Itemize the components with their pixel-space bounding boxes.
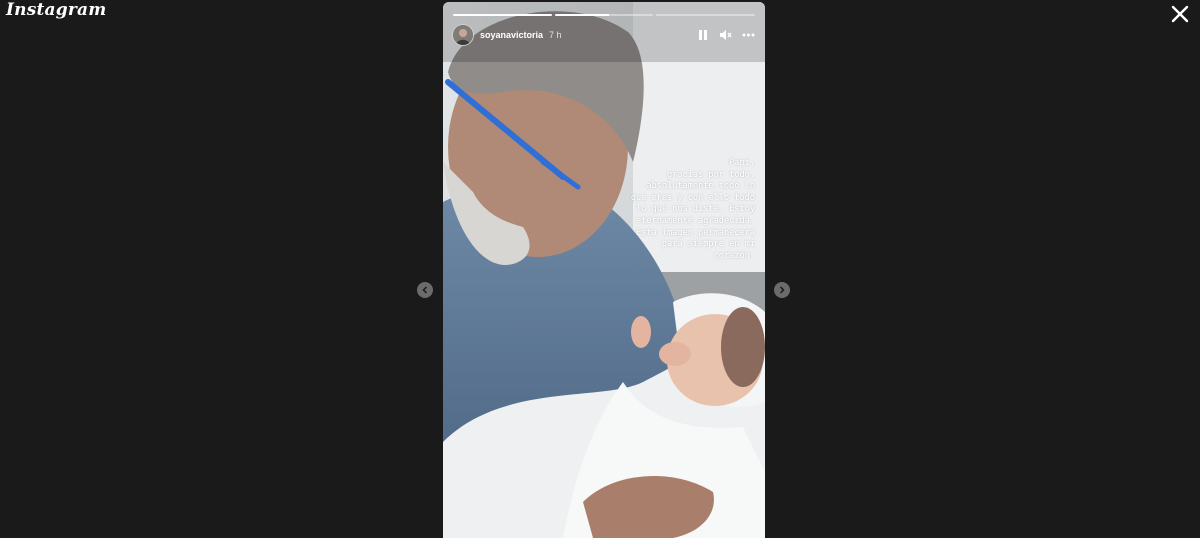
instagram-logo[interactable]: Instagram: [6, 0, 106, 20]
story-viewer[interactable]: soyanavictoria 7 h Papi, gracias por tod…: [443, 2, 765, 538]
progress-segment: [554, 14, 654, 16]
close-icon[interactable]: [1170, 4, 1190, 24]
chevron-right-icon[interactable]: [774, 282, 790, 298]
chevron-left-icon[interactable]: [417, 282, 433, 298]
story-header: soyanavictoria 7 h: [452, 24, 755, 46]
story-photo: [443, 2, 765, 538]
progress-segment: [453, 14, 552, 16]
progress-segment: [656, 14, 756, 16]
story-progress: [453, 14, 756, 16]
story-timestamp: 7 h: [549, 30, 562, 40]
more-horizontal-icon[interactable]: [742, 29, 755, 42]
story-caption: Papi, gracias por todo, absolutamente to…: [630, 158, 755, 261]
speaker-muted-icon[interactable]: [719, 29, 732, 42]
avatar[interactable]: [452, 24, 474, 46]
pause-icon[interactable]: [696, 29, 709, 42]
username-link[interactable]: soyanavictoria: [480, 30, 543, 40]
